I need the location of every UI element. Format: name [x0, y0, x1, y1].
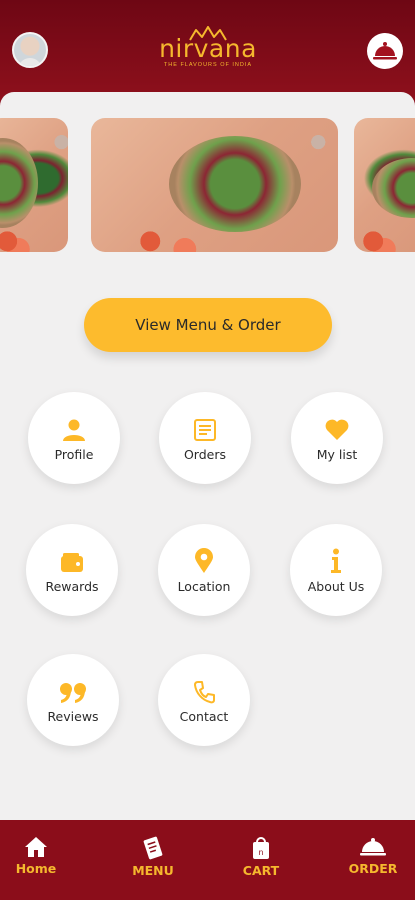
cart-bag-icon: n	[253, 837, 269, 859]
order-cloche-button[interactable]	[367, 33, 403, 69]
brand-tagline: THE FLAVOURS OF INDIA	[163, 62, 253, 68]
food-carousel[interactable]	[0, 118, 415, 254]
quote-icon	[59, 676, 87, 704]
tile-label: Profile	[54, 447, 94, 462]
info-icon	[330, 546, 342, 574]
tab-label: ORDER	[348, 861, 398, 876]
view-menu-order-button[interactable]: View Menu & Order	[84, 298, 332, 352]
tile-label: Orders	[183, 447, 227, 462]
carousel-slide[interactable]	[91, 118, 338, 252]
tab-order[interactable]: ORDER	[338, 836, 408, 876]
tab-home[interactable]: Home	[1, 836, 71, 876]
tile-label: Rewards	[45, 579, 99, 594]
tab-menu[interactable]: MENU	[118, 836, 188, 878]
receipt-icon	[193, 414, 217, 442]
my-list-tile[interactable]: My list	[291, 392, 383, 484]
wallet-icon	[60, 546, 84, 574]
orders-tile[interactable]: Orders	[159, 392, 251, 484]
brand-logo: nirvana THE FLAVOURS OF INDIA	[148, 26, 268, 78]
reviews-tile[interactable]: Reviews	[27, 654, 119, 746]
tab-label: Home	[15, 861, 57, 876]
brand-name: nirvana	[159, 34, 257, 63]
food-plate	[372, 158, 415, 218]
home-icon	[25, 837, 47, 857]
food-plate	[169, 136, 301, 232]
tab-label: MENU	[132, 863, 174, 878]
tile-label: Reviews	[47, 709, 99, 724]
person-icon	[62, 414, 86, 442]
about-us-tile[interactable]: About Us	[290, 524, 382, 616]
svg-text:n: n	[258, 848, 263, 857]
avatar-shoulders	[18, 58, 42, 66]
rewards-tile[interactable]: Rewards	[26, 524, 118, 616]
phone-icon	[193, 676, 215, 704]
app-header: nirvana THE FLAVOURS OF INDIA	[0, 0, 415, 100]
heart-icon	[324, 414, 350, 442]
carousel-slide[interactable]	[354, 118, 415, 252]
tile-label: Location	[177, 579, 231, 594]
cloche-icon	[360, 838, 386, 856]
bottom-tab-bar: Home MENU n CART ORDER	[0, 820, 415, 900]
menu-card-icon	[143, 836, 163, 860]
tile-label: Contact	[179, 709, 229, 724]
tab-cart[interactable]: n CART	[226, 836, 296, 878]
food-plate	[0, 138, 38, 228]
cloche-icon	[373, 42, 397, 60]
main-content: View Menu & Order Profile Orders My list…	[0, 92, 415, 820]
tab-label: CART	[242, 863, 280, 878]
carousel-slide[interactable]	[0, 118, 68, 252]
location-tile[interactable]: Location	[158, 524, 250, 616]
map-pin-icon	[194, 546, 214, 574]
profile-avatar[interactable]	[12, 32, 48, 68]
tile-label: About Us	[307, 579, 365, 594]
contact-tile[interactable]: Contact	[158, 654, 250, 746]
profile-tile[interactable]: Profile	[28, 392, 120, 484]
tile-label: My list	[316, 447, 358, 462]
